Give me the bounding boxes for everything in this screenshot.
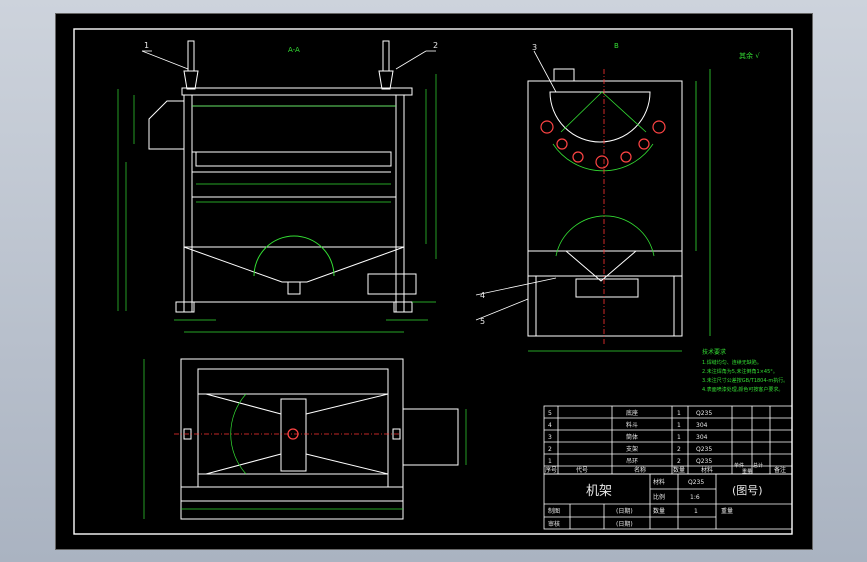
bom-header: 序号 代号 名称 数量 材料 单件 总计 重量 备注	[545, 462, 786, 475]
cad-drawing: 1 2 A-A 3 4 5 B 其余 √ 技术要求 1.焊缝均匀、连续无缺陷。 …	[73, 28, 793, 535]
tech-req-2: 2.未注焊角为5,未注倒角1×45°。	[702, 368, 778, 375]
bom-row-no: 2	[548, 446, 552, 453]
scale-value: 1:6	[690, 494, 700, 501]
bom-header-no: 序号	[545, 466, 557, 474]
bom-header-material: 材料	[701, 466, 713, 474]
callout-2: 2	[433, 41, 438, 50]
bom-row-qty: 1	[677, 422, 681, 429]
checked-label: 审核	[548, 520, 560, 528]
top-view-green	[143, 359, 467, 519]
callout-4: 4	[480, 291, 485, 300]
view-label-b: B	[614, 42, 619, 50]
drawing-frame	[73, 28, 793, 535]
bom-row-no: 4	[548, 422, 552, 429]
bom-row-name: 料斗	[626, 421, 638, 429]
bom-row-no: 1	[548, 458, 552, 465]
top-view	[180, 358, 459, 520]
side-callouts	[475, 50, 557, 321]
bom-row-no: 3	[548, 434, 552, 441]
bom-row: 4 料斗 1 304	[548, 421, 708, 429]
bom-row-material: Q235	[696, 458, 712, 465]
bom-header-total: 总计	[753, 462, 763, 469]
date-label-2: (日期)	[616, 520, 633, 528]
bom-row: 3 筒体 1 304	[548, 433, 708, 441]
callout-3: 3	[532, 43, 537, 52]
weight-label: 重量	[721, 507, 733, 515]
callout-5: 5	[480, 317, 485, 326]
bom-row-qty: 1	[677, 410, 681, 417]
drawn-label: 制图	[548, 507, 560, 515]
section-label-a-a: A-A	[288, 46, 300, 54]
bom-row-name: 筒体	[626, 433, 638, 441]
bom-row-name: 吊环	[626, 458, 638, 465]
qty-value: 1	[694, 508, 698, 515]
tech-req-1: 1.焊缝均匀、连续无缺陷。	[702, 359, 762, 366]
bom-row-qty: 2	[677, 458, 681, 465]
bom-header-qty: 数量	[673, 466, 685, 474]
side-view	[527, 68, 683, 337]
tech-req-3: 3.未注尺寸公差按GB/T1804-m执行。	[702, 377, 788, 384]
bom-row-material: Q235	[696, 446, 712, 453]
material-value: Q235	[688, 479, 704, 486]
title-block	[543, 473, 793, 530]
tech-req-title: 技术要求	[702, 348, 726, 356]
bom-row-material: Q235	[696, 410, 712, 417]
bom-row-material: 304	[696, 434, 708, 441]
bom-header-code: 代号	[576, 466, 588, 474]
drawing-sheet: 1 2 A-A 3 4 5 B 其余 √ 技术要求 1.焊缝均匀、连续无缺陷。 …	[55, 13, 813, 550]
material-label: 材料	[653, 478, 665, 486]
date-label-1: (日期)	[616, 507, 633, 515]
tech-req-4: 4.表面喷漆处理,颜色可按客户要求。	[702, 386, 783, 393]
roughness-note: 其余 √	[739, 51, 760, 60]
bom-row-name: 底座	[626, 409, 638, 417]
scale-label: 比例	[653, 493, 665, 501]
part-name: 机架	[586, 484, 612, 499]
bom-header-name: 名称	[634, 466, 646, 474]
front-view	[148, 40, 417, 313]
bolt-holes	[540, 120, 666, 169]
bom-header-unit: 单件	[734, 462, 744, 469]
bom-row-material: 304	[696, 422, 708, 429]
qty-label: 数量	[653, 507, 665, 515]
drawing-number: (图号)	[732, 484, 763, 497]
front-view-dimensions	[117, 74, 437, 333]
bom-header-remarks: 备注	[774, 466, 786, 474]
bom-row-qty: 1	[677, 434, 681, 441]
bom-row-no: 5	[548, 410, 552, 417]
callout-1: 1	[144, 41, 149, 50]
bom-row-qty: 2	[677, 446, 681, 453]
side-view-green	[528, 69, 711, 352]
bom-row-name: 支架	[626, 445, 638, 453]
